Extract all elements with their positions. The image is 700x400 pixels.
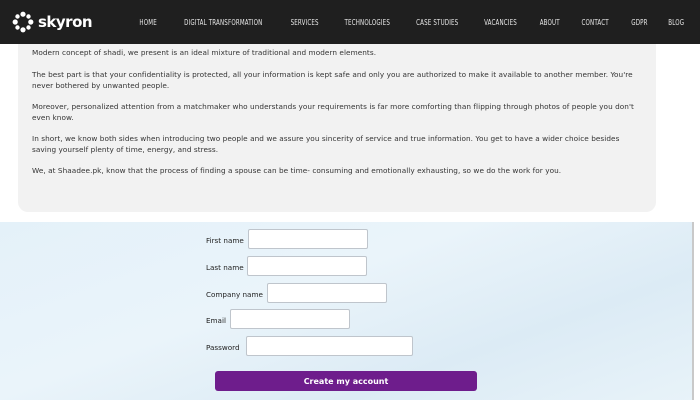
create-account-button[interactable]: Create my account [215, 371, 477, 391]
nav-item-digital-transformation[interactable]: DIGITAL TRANSFORMATION [177, 18, 269, 27]
last-name-field[interactable] [247, 256, 367, 276]
scrollbar[interactable] [692, 222, 700, 400]
content-card: Modern concept of shadi, we present is a… [18, 44, 656, 212]
main-nav: HOME DIGITAL TRANSFORMATION SERVICES TEC… [129, 0, 694, 44]
content-paragraph: Moreover, personalized attention from a … [32, 102, 634, 122]
content-paragraph: The best part is that your confidentiali… [32, 70, 633, 90]
content-paragraph: Modern concept of shadi, we present is a… [32, 48, 377, 57]
nav-item-home[interactable]: HOME [132, 18, 163, 27]
top-navigation-bar: skyron HOME DIGITAL TRANSFORMATION SERVI… [0, 0, 700, 44]
email-label: Email [206, 316, 226, 325]
nav-item-case-studies[interactable]: CASE STUDIES [409, 18, 465, 27]
nav-item-about[interactable]: ABOUT [532, 18, 566, 27]
password-label: Password [206, 343, 240, 352]
company-name-field[interactable] [267, 283, 387, 303]
content-paragraph: In short, we know both sides when introd… [32, 134, 620, 154]
brand-logo[interactable]: skyron [12, 8, 93, 36]
email-field[interactable] [230, 309, 350, 329]
nav-item-services[interactable]: SERVICES [284, 18, 326, 27]
password-field[interactable] [246, 336, 413, 356]
brand-name: skyron [38, 13, 93, 31]
first-name-field[interactable] [248, 229, 368, 249]
company-name-label: Company name [206, 290, 263, 299]
nav-item-vacancies[interactable]: VACANCIES [477, 18, 524, 27]
nav-item-contact[interactable]: CONTACT [575, 18, 616, 27]
nav-item-blog[interactable]: BLOG [661, 18, 691, 27]
skyron-logo-icon [12, 11, 34, 33]
last-name-label: Last name [206, 263, 244, 272]
nav-item-gdpr[interactable]: GDPR [624, 18, 654, 27]
content-paragraph: We, at Shaadee.pk, know that the process… [32, 166, 562, 175]
first-name-label: First name [206, 236, 244, 245]
nav-item-technologies[interactable]: TECHNOLOGIES [337, 18, 396, 27]
